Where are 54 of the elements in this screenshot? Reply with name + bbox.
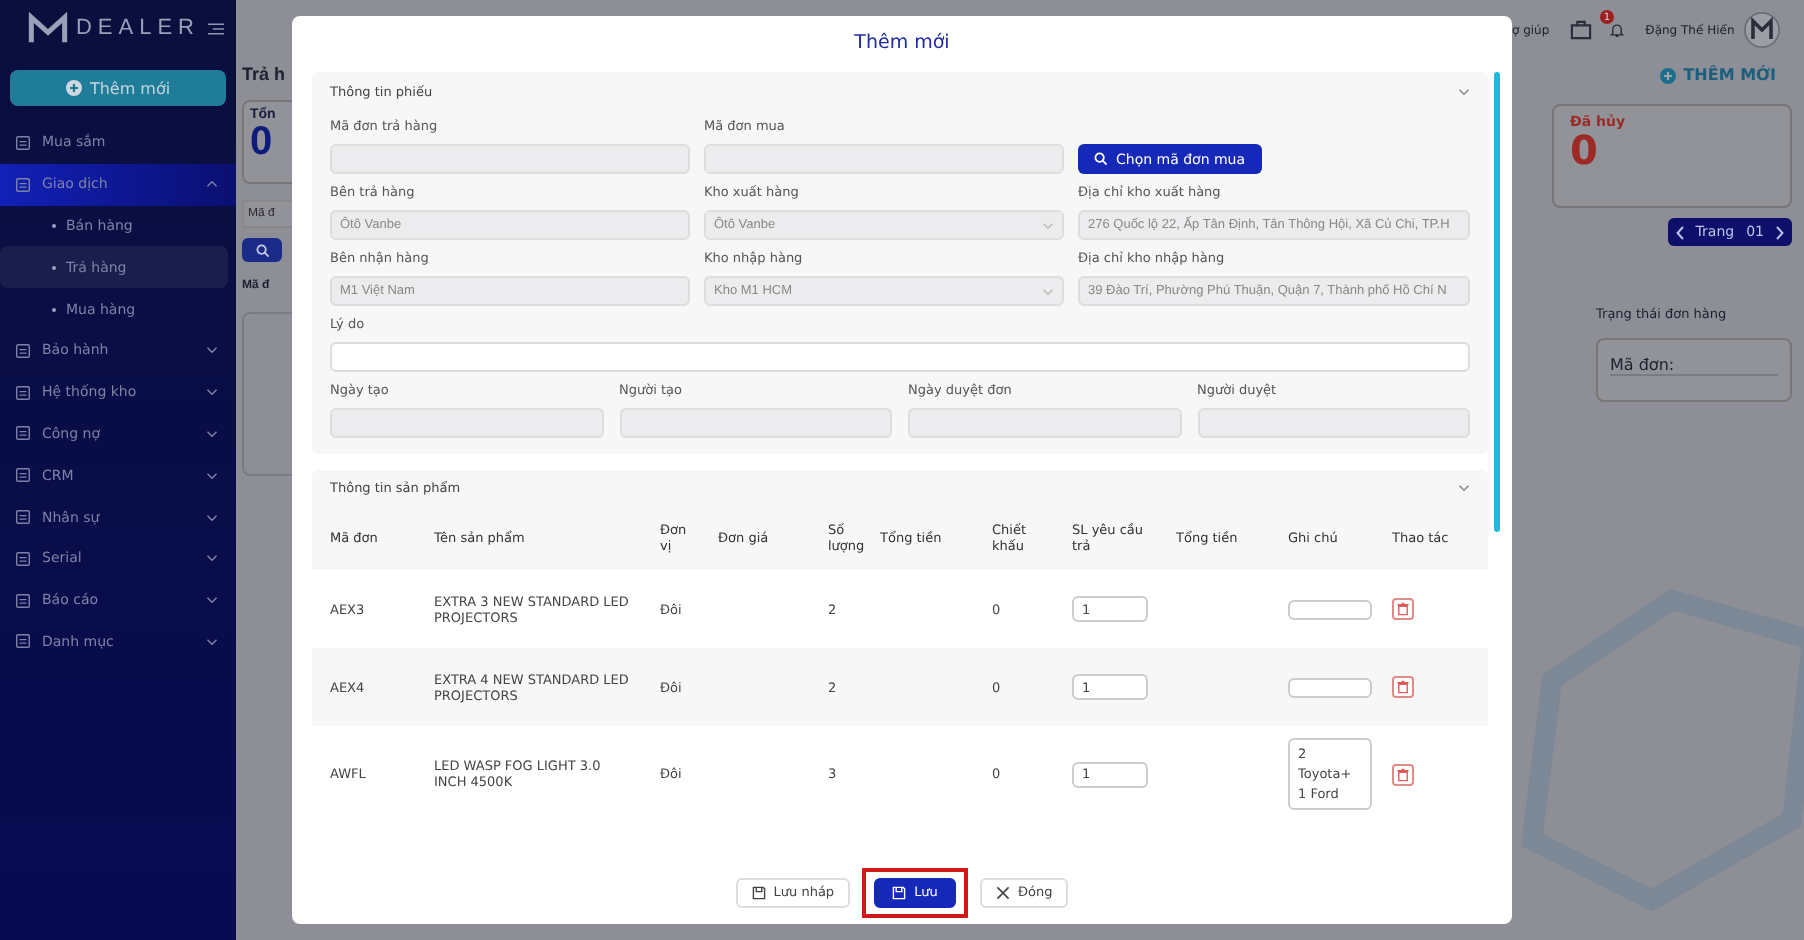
floppy-icon	[892, 885, 907, 899]
list-icon	[16, 551, 30, 566]
stat-value: 0	[250, 122, 275, 162]
add-new-button[interactable]: Thêm mới	[10, 70, 226, 106]
page-title: Trả h	[242, 64, 286, 84]
search-icon	[255, 243, 269, 257]
chevron-icon	[1042, 287, 1054, 295]
next-icon[interactable]	[1776, 225, 1784, 239]
input-field[interactable]	[330, 342, 1470, 372]
list-icon	[16, 634, 30, 649]
chevron-icon	[206, 180, 218, 189]
delete-button[interactable]	[1392, 676, 1414, 698]
chevron-icon	[206, 554, 218, 563]
chevron-icon	[206, 346, 218, 355]
trash-icon	[1396, 767, 1410, 781]
list-icon	[16, 385, 30, 400]
plus-circle-icon	[1659, 67, 1676, 83]
list-icon	[16, 593, 30, 608]
chevron-icon	[206, 388, 218, 397]
trash-icon	[1396, 680, 1410, 694]
plus-circle-icon	[65, 80, 82, 96]
menu-icon[interactable]	[208, 21, 224, 35]
list-icon	[16, 468, 30, 483]
note-field[interactable]	[1288, 599, 1372, 619]
scrollbar-thumb[interactable]	[1494, 72, 1500, 532]
previous-icon[interactable]	[1675, 225, 1684, 239]
chevron-icon[interactable]	[1458, 483, 1470, 491]
search-icon	[1094, 152, 1108, 166]
logo-icon	[28, 11, 68, 45]
floppy-icon	[751, 885, 766, 899]
chevron-icon	[206, 429, 218, 438]
list-icon	[16, 177, 30, 192]
chevron-icon	[206, 471, 218, 480]
bell-icon[interactable]	[1609, 22, 1624, 38]
chevron-icon	[206, 637, 218, 646]
search-button[interactable]	[242, 238, 282, 262]
order-code-label: Mã đơn:	[1610, 356, 1778, 376]
list-icon	[16, 426, 30, 441]
stat-value: 0	[1570, 130, 1598, 170]
note-field[interactable]	[1288, 677, 1372, 697]
list-icon	[16, 510, 30, 525]
close-icon	[995, 885, 1010, 899]
logo-text: DEALER	[75, 16, 201, 40]
chevron-icon	[1042, 221, 1054, 229]
avatar-logo-icon[interactable]	[1744, 12, 1781, 48]
chevron-icon	[206, 596, 218, 605]
list-icon	[16, 135, 30, 150]
delete-button[interactable]	[1392, 763, 1414, 785]
modal-title: Thêm mới	[852, 30, 952, 58]
delete-button[interactable]	[1392, 598, 1414, 620]
trash-icon	[1396, 602, 1410, 616]
list-icon	[16, 343, 30, 358]
chevron-icon	[206, 513, 218, 522]
chevron-icon[interactable]	[1458, 87, 1470, 95]
